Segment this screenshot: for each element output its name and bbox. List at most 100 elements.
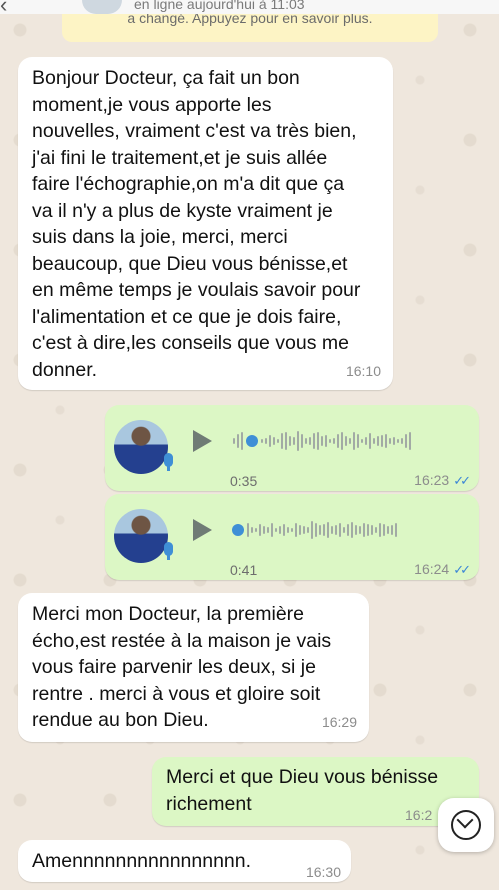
waveform-bar <box>313 433 315 449</box>
message-time: 16:29 <box>321 713 357 730</box>
scroll-to-bottom-button[interactable] <box>438 798 494 852</box>
play-icon[interactable] <box>193 430 212 452</box>
waveform-bar <box>393 437 395 445</box>
waveform-bar <box>351 522 353 538</box>
waveform-bar <box>259 524 261 536</box>
waveform-bar <box>389 438 391 444</box>
waveform-bar <box>329 439 331 443</box>
waveform-bar <box>339 523 341 537</box>
waveform-bar <box>241 432 243 450</box>
waveform-bar <box>383 524 385 536</box>
waveform-bar <box>287 527 289 533</box>
microphone-icon <box>164 542 173 560</box>
waveform-bar <box>285 432 287 450</box>
waveform-bar <box>265 438 267 444</box>
waveform-bar <box>251 527 253 533</box>
waveform-bar <box>297 431 299 451</box>
sender-avatar <box>114 509 168 563</box>
message-text: Amennnnnnnnnnnnnnnn. <box>32 850 252 872</box>
message-time-row: 16:24 ✓✓ <box>414 556 471 584</box>
waveform-bar <box>375 527 377 533</box>
microphone-icon <box>164 453 173 471</box>
message-bubble-outgoing[interactable]: Merci et que Dieu vous bénisse richement… <box>152 757 479 826</box>
waveform-bar <box>269 435 271 447</box>
waveform-bar <box>323 524 325 536</box>
waveform-bar <box>337 434 339 448</box>
message-time: 16:23 <box>414 472 450 488</box>
message-time-row: 16:23 ✓✓ <box>414 467 471 495</box>
voice-duration: 0:41 <box>230 562 258 578</box>
waveform-bar <box>343 527 345 533</box>
waveform-bar <box>359 526 361 534</box>
read-receipt-icon: ✓✓ <box>453 473 471 488</box>
waveform-bar <box>369 433 371 449</box>
waveform-bar <box>319 525 321 535</box>
waveform-bar <box>271 523 273 537</box>
message-time: 16:10 <box>345 362 381 379</box>
waveform-bar <box>361 439 363 443</box>
waveform-bar <box>283 524 285 536</box>
waveform-bar <box>373 438 375 444</box>
waveform-bar <box>395 523 397 537</box>
contact-status: en ligne aujourd'hui à 11:03 <box>134 0 305 12</box>
waveform-bar <box>325 435 327 447</box>
waveform-bar <box>327 522 329 538</box>
waveform-bar <box>401 438 403 444</box>
waveform-bar <box>353 432 355 450</box>
waveform-bar <box>387 526 389 534</box>
waveform-bar <box>355 525 357 535</box>
waveform-bar <box>295 523 297 537</box>
voice-duration: 0:35 <box>230 473 258 489</box>
waveform-bar <box>281 433 283 449</box>
waveform-bar <box>349 438 351 444</box>
waveform-bar <box>345 436 347 446</box>
waveform-bar <box>377 436 379 446</box>
waveform-bar <box>247 523 249 537</box>
voice-waveform[interactable] <box>233 429 411 453</box>
waveform-bar <box>237 434 239 448</box>
voice-waveform[interactable] <box>231 518 397 542</box>
security-notice[interactable]: a changé. Appuyez pour en savoir plus. <box>62 14 438 42</box>
waveform-bar <box>289 436 291 446</box>
waveform-bar <box>275 528 277 532</box>
waveform-bar <box>367 524 369 536</box>
waveform-bar <box>363 523 365 537</box>
waveform-bar <box>233 438 235 444</box>
waveform-bar <box>277 439 279 443</box>
voice-message-bubble[interactable]: 0:41 16:24 ✓✓ <box>105 494 479 580</box>
waveform-bar <box>305 438 307 444</box>
contact-avatar[interactable] <box>82 0 122 14</box>
message-text: Bonjour Docteur, ça fait un bon moment,j… <box>32 67 361 381</box>
waveform-bar <box>397 439 399 443</box>
waveform-bar <box>291 528 293 532</box>
security-notice-text: a changé. Appuyez pour en savoir plus. <box>127 14 373 26</box>
message-bubble-incoming[interactable]: Amennnnnnnnnnnnnnnn. 16:30 <box>18 840 351 882</box>
message-time: 16:24 <box>414 561 450 577</box>
play-icon[interactable] <box>193 519 212 541</box>
waveform-bar <box>333 438 335 444</box>
waveform-bar <box>301 434 303 448</box>
voice-message-bubble[interactable]: 0:35 16:23 ✓✓ <box>105 405 479 491</box>
waveform-bar <box>381 435 383 447</box>
waveform-bar <box>279 526 281 534</box>
waveform-bar <box>321 436 323 446</box>
waveform-bar <box>365 437 367 445</box>
message-time: 16:30 <box>305 864 341 880</box>
waveform-bar <box>409 432 411 450</box>
chat-header[interactable]: ‹ en ligne aujourd'hui à 11:03 <box>0 0 499 14</box>
message-bubble-incoming[interactable]: Merci mon Docteur, la première écho,est … <box>18 593 369 742</box>
waveform-bar <box>303 526 305 534</box>
waveform-bar <box>293 437 295 445</box>
waveform-bar <box>371 525 373 535</box>
waveform-bar <box>263 526 265 534</box>
waveform-bar <box>385 434 387 448</box>
message-bubble-incoming[interactable]: Bonjour Docteur, ça fait un bon moment,j… <box>18 57 393 390</box>
waveform-bar <box>405 434 407 448</box>
back-chevron-icon[interactable]: ‹ <box>0 0 7 14</box>
waveform-bar <box>309 437 311 445</box>
waveform-bar <box>315 523 317 537</box>
waveform-bar <box>261 439 263 443</box>
playback-position-handle[interactable] <box>246 435 258 447</box>
playback-position-handle[interactable] <box>232 524 244 536</box>
waveform-bar <box>267 527 269 533</box>
